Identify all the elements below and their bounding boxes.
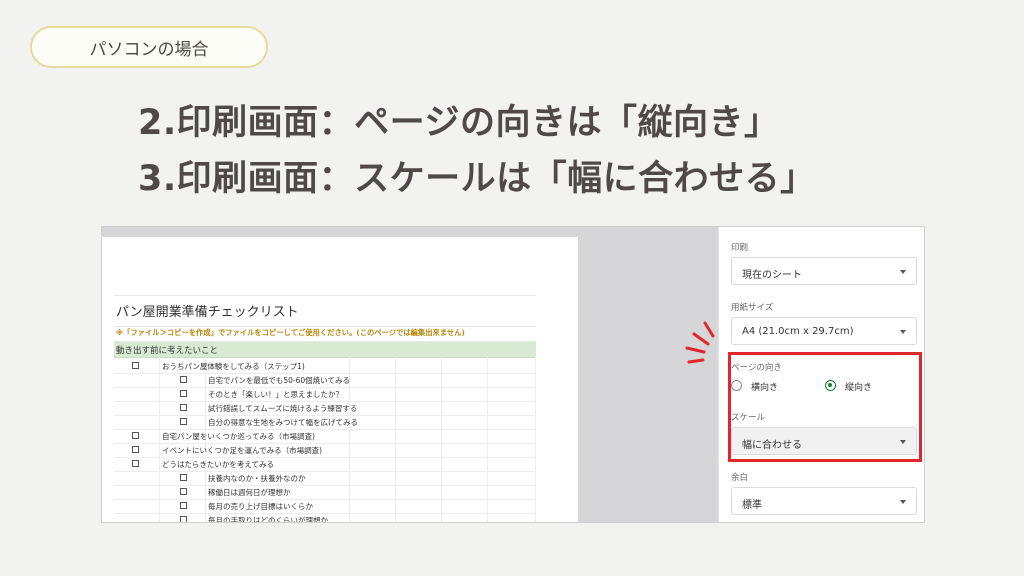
checklist-item-text: そのとき「楽しい！」と思えましたか？ xyxy=(208,390,343,399)
checklist-item-text: 毎月の売り上げ目標はいくらか xyxy=(208,502,313,511)
checkbox[interactable] xyxy=(180,488,187,495)
checkbox[interactable] xyxy=(132,446,139,453)
device-badge: パソコンの場合 xyxy=(30,26,268,68)
step-3-headline: 3.印刷画面：スケールは「幅に合わせる」 xyxy=(138,159,816,199)
checkbox[interactable] xyxy=(180,404,187,411)
checkbox[interactable] xyxy=(180,502,187,509)
checkbox[interactable] xyxy=(180,418,187,425)
checkbox[interactable] xyxy=(132,432,139,439)
table-row xyxy=(114,499,536,514)
sheet-note: ※「ファイル＞コピーを作成」でファイルをコピーしてご使用ください。(このページで… xyxy=(116,328,465,337)
checkbox[interactable] xyxy=(180,516,187,522)
checklist-item-text: 稼働日は週何日が理想か xyxy=(208,488,291,497)
device-badge-label: パソコンの場合 xyxy=(89,39,209,60)
table-row xyxy=(114,471,536,486)
print-range-select[interactable]: 現在のシート xyxy=(731,257,917,285)
checklist-item-text: イベントにいくつか足を運んでみる（市場調査) xyxy=(162,446,323,455)
checklist-item-text: 自宅でパンを最低でも50-60個焼いてみる xyxy=(208,376,350,385)
checklist-item-text: 自分の得意な生地をみつけて幅を広げてみる xyxy=(208,418,358,427)
print-range-value: 現在のシート xyxy=(742,270,802,281)
margin-label: 余白 xyxy=(731,473,749,483)
table-row xyxy=(114,485,536,500)
checkbox[interactable] xyxy=(180,390,187,397)
highlight-box xyxy=(728,352,922,462)
checkbox[interactable] xyxy=(132,362,139,369)
paper-size-value: A4 (21.0cm x 29.7cm) xyxy=(742,326,854,337)
paper-size-select[interactable]: A4 (21.0cm x 29.7cm) xyxy=(731,317,917,345)
margin-value: 標準 xyxy=(742,500,762,511)
emphasis-burst-icon xyxy=(685,321,715,364)
dropdown-arrow-icon xyxy=(900,500,906,504)
print-label: 印刷 xyxy=(731,243,749,253)
margin-select[interactable]: 標準 xyxy=(731,487,917,515)
sheet-title: パン屋開業準備チェックリスト xyxy=(116,305,299,320)
checklist-item-text: おうちパン屋体験をしてみる（ステップ1) xyxy=(162,362,305,371)
dropdown-arrow-icon xyxy=(900,330,906,334)
step-2-headline: 2.印刷画面：ページの向きは「縦向き」 xyxy=(138,103,780,143)
checkbox[interactable] xyxy=(180,376,187,383)
section-header: 動き出す前に考えたいこと xyxy=(116,346,219,356)
checkbox[interactable] xyxy=(180,474,187,481)
print-preview-page: パン屋開業準備チェックリスト ※「ファイル＞コピーを作成」でファイルをコピーして… xyxy=(102,237,578,523)
checklist-item-text: 扶養内なのか・扶養外なのか xyxy=(208,474,306,483)
preview-background xyxy=(578,227,718,522)
paper-size-label: 用紙サイズ xyxy=(731,303,774,313)
checklist-item-text: どうはたらきたいかを考えてみる xyxy=(162,460,274,469)
dropdown-arrow-icon xyxy=(900,270,906,274)
checklist-item-text: 毎月の手取りはどのくらいが理想か xyxy=(208,516,328,523)
checkbox[interactable] xyxy=(132,460,139,467)
checklist-item-text: 試行錯誤してスムーズに焼けるよう練習する xyxy=(208,404,358,413)
checklist-item-text: 自宅パン屋をいくつか巡ってみる（市場調査) xyxy=(162,432,315,441)
